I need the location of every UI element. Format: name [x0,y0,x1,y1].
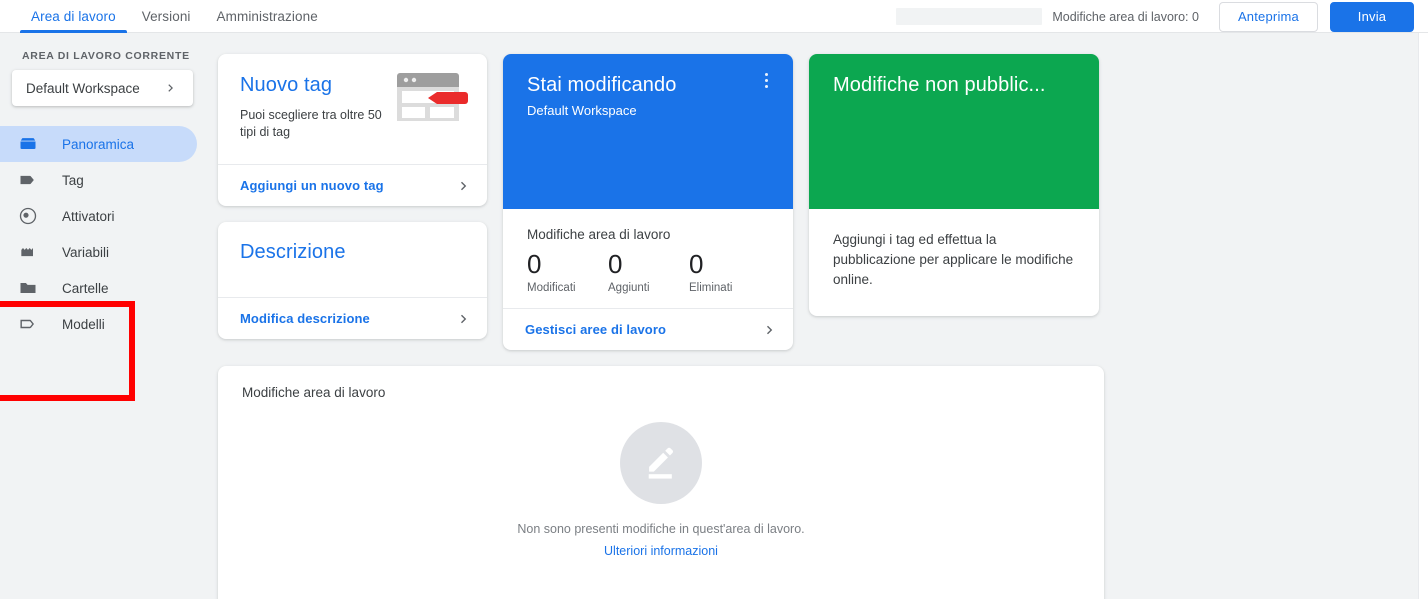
unpublished-body-text: Aggiungi i tag ed effettua la pubblicazi… [833,232,1074,287]
app-header: Area di lavoro Versioni Amministrazione … [0,0,1428,33]
chevron-right-icon [761,321,779,339]
sidebar-item-label: Attivatori [62,208,115,224]
add-new-tag-link: Aggiungi un nuovo tag [240,178,384,193]
stat-label: Aggiunti [608,282,650,294]
editing-card-header-text: Stai modificando Default Workspace [527,74,676,209]
column-left: Nuovo tag Puoi scegliere tra oltre 50 ti… [218,54,487,339]
sidebar-item-variabili[interactable]: Variabili [0,234,197,270]
trigger-icon [18,206,46,226]
workspace-changes-panel: Modifiche area di lavoro Non sono presen… [218,366,1104,599]
unpublished-card-header: Modifiche non pubblic... [809,54,1099,209]
stat-value: 0 [608,249,623,279]
container-id-redacted [896,8,1043,25]
stat-value: 0 [689,249,704,279]
sidebar-item-label: Modelli [62,316,105,332]
editing-card-header: Stai modificando Default Workspace [503,54,793,209]
new-tag-card: Nuovo tag Puoi scegliere tra oltre 50 ti… [218,54,487,206]
template-icon [18,314,46,334]
chevron-right-icon [455,310,473,328]
stat-eliminati: 0 Eliminati [689,249,770,294]
tag-icon [18,170,46,190]
cards-grid: Nuovo tag Puoi scegliere tra oltre 50 ti… [218,54,1418,350]
sidebar-item-modelli[interactable]: Modelli [0,306,197,342]
main-content: Nuovo tag Puoi scegliere tra oltre 50 ti… [205,33,1418,599]
folder-icon [18,278,46,298]
tab-versioni[interactable]: Versioni [129,0,204,33]
edit-description-footer[interactable]: Modifica descrizione [218,297,487,339]
sidebar-item-panoramica[interactable]: Panoramica [0,126,197,162]
stat-aggiunti: 0 Aggiunti [608,249,689,294]
sidebar-item-attivatori[interactable]: Attivatori [0,198,197,234]
editing-title: Stai modificando [527,74,677,96]
unpublished-changes-card: Modifiche non pubblic... Aggiungi i tag … [809,54,1099,316]
column-right: Modifiche non pubblic... Aggiungi i tag … [809,54,1099,316]
tab-label: Amministrazione [216,9,318,24]
workspace-changes-count: Modifiche area di lavoro: 0 [1052,9,1199,24]
stat-label: Modificati [527,282,576,294]
stat-value: 0 [527,249,542,279]
stat-modificati: 0 Modificati [527,249,608,294]
editing-subtitle: Default Workspace [527,103,637,118]
chevron-right-icon [163,80,179,96]
new-tag-subtitle: Puoi scegliere tra oltre 50 tipi di tag [240,108,382,139]
dot [764,72,768,76]
tag-illustration-icon [395,71,471,128]
unpublished-title: Modifiche non pubblic... [833,74,1046,96]
tab-label: Area di lavoro [31,9,116,24]
panel-title: Modifiche area di lavoro [242,385,386,400]
stat-label: Eliminati [689,282,733,294]
tab-label: Versioni [141,9,191,24]
add-new-tag-footer[interactable]: Aggiungi un nuovo tag [218,164,487,206]
edit-description-link: Modifica descrizione [240,311,370,326]
description-title: Descrizione [240,241,346,263]
editing-workspace-card: Stai modificando Default Workspace Modif… [503,54,793,350]
new-tag-body: Nuovo tag Puoi scegliere tra oltre 50 ti… [218,54,487,164]
chevron-right-icon [455,177,473,195]
primary-nav-tabs: Area di lavoro Versioni Amministrazione [0,0,331,33]
sidebar-item-label: Tag [62,172,84,188]
workspace-selector[interactable]: Default Workspace [12,70,193,106]
dot [764,78,768,82]
submit-button[interactable]: Invia [1330,1,1414,32]
stats-title: Modifiche area di lavoro [527,227,671,242]
description-body: Descrizione [218,222,487,297]
manage-workspaces-footer[interactable]: Gestisci aree di lavoro [503,308,793,350]
pencil-icon [620,422,702,504]
empty-state-text: Non sono presenti modifiche in quest'are… [517,522,805,536]
sidebar-item-label: Cartelle [62,280,109,296]
sidebar-item-label: Panoramica [62,136,135,152]
sidebar-item-tag[interactable]: Tag [0,162,197,198]
tab-area-di-lavoro[interactable]: Area di lavoro [18,0,129,33]
learn-more-link[interactable]: Ulteriori informazioni [604,544,718,558]
empty-state: Non sono presenti modifiche in quest'are… [218,422,1104,558]
workspace-name: Default Workspace [26,80,140,96]
manage-workspaces-link: Gestisci aree di lavoro [525,322,667,337]
sidebar: AREA DI LAVORO CORRENTE Default Workspac… [0,33,205,599]
right-edge-divider [1418,33,1428,599]
workspace-stats: Modifiche area di lavoro 0 Modificati 0 … [503,209,793,308]
overview-icon [18,134,46,154]
gtm-workspace-page: Area di lavoro Versioni Amministrazione … [0,0,1428,599]
header-actions: Modifiche area di lavoro: 0 Anteprima In… [896,0,1428,33]
tab-amministrazione[interactable]: Amministrazione [204,0,331,33]
description-card: Descrizione Modifica descrizione [218,222,487,339]
sidebar-nav: Panoramica Tag Attivatori Variabili Cart… [0,126,205,401]
more-options-icon[interactable] [755,68,777,92]
stats-row: 0 Modificati 0 Aggiunti 0 Eliminati [527,249,771,294]
variables-icon [18,242,46,262]
sidebar-item-cartelle[interactable]: Cartelle [0,270,197,306]
column-middle: Stai modificando Default Workspace Modif… [503,54,793,350]
preview-button[interactable]: Anteprima [1218,1,1318,32]
current-workspace-label: AREA DI LAVORO CORRENTE [22,50,190,62]
dot [764,84,768,88]
sidebar-item-label: Variabili [62,244,110,260]
